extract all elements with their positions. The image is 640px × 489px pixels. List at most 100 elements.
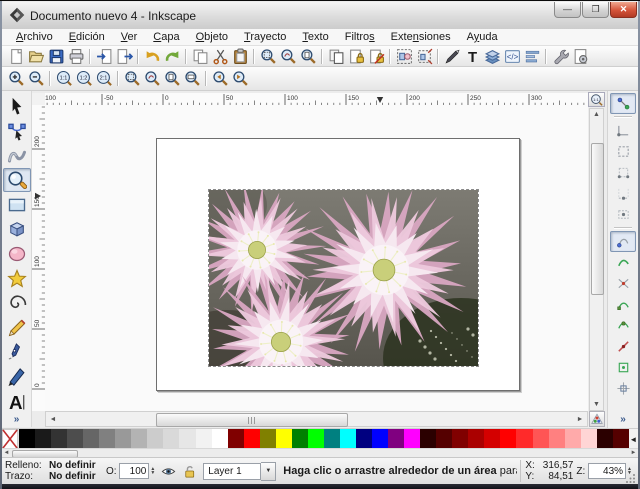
- palette-swatch[interactable]: [115, 429, 131, 449]
- palette-swatch[interactable]: [613, 429, 629, 449]
- palette-swatch[interactable]: [196, 429, 212, 449]
- menu-filtros[interactable]: Filtros: [337, 30, 383, 44]
- palette-swatch[interactable]: [468, 429, 484, 449]
- zoom-in-button[interactable]: [6, 69, 26, 88]
- menu-extensiones[interactable]: Extensiones: [383, 30, 459, 44]
- snap-bbox-centers-button[interactable]: [610, 204, 636, 225]
- node-editor-button[interactable]: [3, 119, 31, 144]
- opacity-input[interactable]: 100: [119, 463, 149, 479]
- close-button[interactable]: ✕: [610, 2, 637, 18]
- new-document-button[interactable]: [6, 47, 26, 66]
- palette-scroll-left-icon[interactable]: ◄: [2, 449, 11, 457]
- palette-scroll-right-icon[interactable]: ►: [629, 449, 638, 457]
- save-button[interactable]: [46, 47, 66, 66]
- palette-swatch[interactable]: [565, 429, 581, 449]
- import-button[interactable]: [94, 47, 114, 66]
- rectangle-button[interactable]: [3, 192, 31, 217]
- menu-edicin[interactable]: Edición: [61, 30, 113, 44]
- menu-capa[interactable]: Capa: [145, 30, 187, 44]
- ungroup-button[interactable]: [414, 47, 434, 66]
- palette-swatch[interactable]: [388, 429, 404, 449]
- snapbar-overflow-button[interactable]: »: [620, 414, 626, 429]
- align-button[interactable]: [522, 47, 542, 66]
- color-managed-display-toggle[interactable]: [589, 411, 605, 427]
- menu-archivo[interactable]: Archivo: [8, 30, 61, 44]
- minimize-button[interactable]: —: [554, 2, 581, 18]
- layer-dropdown-arrow-icon[interactable]: ▼: [261, 462, 276, 481]
- zoom-2-1-button[interactable]: 2:1: [94, 69, 114, 88]
- opacity-spinner[interactable]: ▲▼: [150, 467, 155, 475]
- scroll-left-arrow-icon[interactable]: ◄: [47, 413, 59, 425]
- palette-swatch[interactable]: [597, 429, 613, 449]
- zoom-drawing-button[interactable]: [142, 69, 162, 88]
- snap-rotation-center-button[interactable]: [610, 378, 636, 399]
- tweak-button[interactable]: [3, 143, 31, 168]
- palette-swatch[interactable]: [228, 429, 244, 449]
- bezier-pen-button[interactable]: [3, 340, 31, 365]
- palette-swatch[interactable]: [324, 429, 340, 449]
- sticky-zoom-toggle[interactable]: 1:1: [588, 92, 605, 107]
- menu-objeto[interactable]: Objeto: [188, 30, 236, 44]
- layer-lock-icon[interactable]: [182, 464, 197, 479]
- text-button[interactable]: T: [462, 47, 482, 66]
- document-properties-button[interactable]: [570, 47, 590, 66]
- zoom-previous-button[interactable]: [210, 69, 230, 88]
- palette-swatch[interactable]: [484, 429, 500, 449]
- xml-editor-button[interactable]: </>: [502, 47, 522, 66]
- resize-grip[interactable]: [625, 472, 636, 483]
- flower-image[interactable]: [208, 189, 479, 367]
- palette-swatch[interactable]: [372, 429, 388, 449]
- canvas[interactable]: [45, 105, 588, 411]
- palette-swatch[interactable]: [99, 429, 115, 449]
- open-button[interactable]: [26, 47, 46, 66]
- palette-swatch[interactable]: [35, 429, 51, 449]
- palette-swatch[interactable]: [19, 429, 35, 449]
- snap-bbox-button[interactable]: [610, 120, 636, 141]
- undo-button[interactable]: [142, 47, 162, 66]
- snap-path-intersections-button[interactable]: [610, 273, 636, 294]
- current-layer[interactable]: Layer 1: [203, 463, 261, 480]
- vertical-ruler[interactable]: 250200150100500: [32, 105, 46, 411]
- fill-stroke-button[interactable]: [442, 47, 462, 66]
- palette-swatch[interactable]: [83, 429, 99, 449]
- pencil-button[interactable]: [3, 315, 31, 340]
- palette-swatch[interactable]: [51, 429, 67, 449]
- palette-swatch[interactable]: [452, 429, 468, 449]
- unlink-clone-button[interactable]: [366, 47, 386, 66]
- box-3d-button[interactable]: [3, 217, 31, 242]
- scroll-up-arrow-icon[interactable]: ▲: [590, 109, 603, 120]
- menu-ayuda[interactable]: Ayuda: [459, 30, 506, 44]
- export-button[interactable]: [114, 47, 134, 66]
- zoom-1-2-button[interactable]: 1:2: [74, 69, 94, 88]
- vertical-scrollbar[interactable]: ▲ ▼: [589, 108, 604, 411]
- toolbox-overflow-button[interactable]: »: [14, 414, 20, 427]
- ellipse-button[interactable]: [3, 242, 31, 267]
- snap-bbox-edges-button[interactable]: [610, 141, 636, 162]
- vertical-scroll-thumb[interactable]: [591, 143, 604, 295]
- palette-swatch[interactable]: [516, 429, 532, 449]
- preferences-button[interactable]: [550, 47, 570, 66]
- palette-swatch[interactable]: [212, 429, 228, 449]
- snap-cusp-nodes-button[interactable]: [610, 294, 636, 315]
- palette-swatch[interactable]: [244, 429, 260, 449]
- cut-button[interactable]: [210, 47, 230, 66]
- palette-swatch[interactable]: [147, 429, 163, 449]
- palette-swatch[interactable]: [420, 429, 436, 449]
- copy-button[interactable]: [190, 47, 210, 66]
- palette-swatch[interactable]: [581, 429, 597, 449]
- group-button[interactable]: [394, 47, 414, 66]
- palette-more-arrow-icon[interactable]: ◄: [629, 429, 638, 449]
- menu-ver[interactable]: Ver: [113, 30, 146, 44]
- scroll-right-arrow-icon[interactable]: ►: [574, 413, 586, 425]
- layers-button[interactable]: [482, 47, 502, 66]
- fill-stroke-indicator[interactable]: Relleno:No definir Trazo:No definir: [5, 460, 103, 482]
- palette-swatch[interactable]: [260, 429, 276, 449]
- snap-paths-button[interactable]: [610, 252, 636, 273]
- palette-swatch[interactable]: [549, 429, 565, 449]
- palette-swatch[interactable]: [308, 429, 324, 449]
- zoom-next-button[interactable]: [230, 69, 250, 88]
- palette-swatch[interactable]: [404, 429, 420, 449]
- snap-object-centers-button[interactable]: [610, 357, 636, 378]
- paste-button[interactable]: [230, 47, 250, 66]
- palette-swatch[interactable]: [533, 429, 549, 449]
